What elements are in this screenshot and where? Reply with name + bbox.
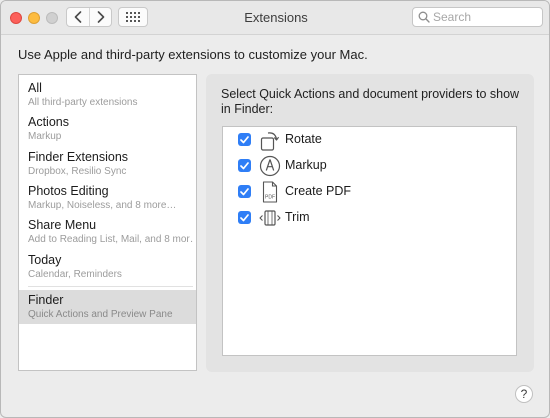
sidebar-item-subtitle: Markup [28,131,62,142]
pane-description: Use Apple and third-party extensions to … [18,47,368,62]
sidebar-item-all[interactable]: All All third-party extensions [19,78,196,112]
chevron-left-icon [74,11,82,23]
list-item-label: Markup [285,158,327,172]
list-item-label: Create PDF [285,184,351,198]
finder-extensions-panel: Select Quick Actions and document provid… [206,74,534,372]
search-field[interactable]: Search [412,7,543,27]
sidebar-item-subtitle: Dropbox, Resilio Sync [28,166,127,177]
rotate-icon [260,132,280,151]
checkmark-icon [240,161,249,169]
sidebar-item-title: Today [28,253,62,267]
checkmark-icon [240,213,249,221]
window-title: Extensions [244,10,308,25]
trim-checkbox[interactable] [238,211,251,224]
sidebar-item-title: All [28,81,42,95]
navigation-buttons [66,7,112,27]
pdf-icon-text: PDF [265,195,275,201]
rotate-checkbox[interactable] [238,133,251,146]
trim-icon [259,210,281,226]
search-placeholder: Search [433,10,472,24]
markup-checkbox[interactable] [238,159,251,172]
list-item-rotate: Rotate [223,127,516,153]
grid-icon [126,12,140,22]
close-window-button[interactable] [10,12,22,24]
sidebar-divider [28,286,193,287]
sidebar-item-title: Finder Extensions [28,150,129,164]
show-all-button[interactable] [118,7,148,27]
sidebar-item-photos-editing[interactable]: Photos Editing Markup, Noiseless, and 8 … [19,181,196,215]
forward-button[interactable] [90,8,112,26]
zoom-window-button[interactable] [46,12,58,24]
list-item-markup: Markup [223,153,516,179]
chevron-right-icon [97,11,105,23]
checkmark-icon [240,135,249,143]
sidebar-item-title: Share Menu [28,218,97,232]
help-button[interactable]: ? [515,385,533,403]
sidebar-item-actions[interactable]: Actions Markup [19,112,196,146]
sidebar-item-today[interactable]: Today Calendar, Reminders [19,250,196,284]
panel-title: Select Quick Actions and document provid… [221,87,520,116]
minimize-window-button[interactable] [28,12,40,24]
sidebar-item-title: Photos Editing [28,184,109,198]
title-bar: Extensions Search [1,1,549,35]
preferences-window: Extensions Search Use Apple and third-pa… [0,0,550,418]
sidebar-item-subtitle: All third-party extensions [28,97,138,108]
quick-actions-list: Rotate Markup PDF Create PDF Trim [222,126,517,356]
create-pdf-checkbox[interactable] [238,185,251,198]
extensions-sidebar: All All third-party extensions Actions M… [18,74,197,371]
sidebar-item-subtitle: Calendar, Reminders [28,269,122,280]
sidebar-item-subtitle: Add to Reading List, Mail, and 8 mor… [28,234,193,245]
sidebar-item-title: Actions [28,115,69,129]
sidebar-item-subtitle: Markup, Noiseless, and 8 more… [28,200,177,211]
back-button[interactable] [67,8,90,26]
list-item-create-pdf: PDF Create PDF [223,179,516,205]
pdf-icon: PDF [262,181,278,203]
checkmark-icon [240,187,249,195]
sidebar-item-finder[interactable]: Finder Quick Actions and Preview Pane [19,290,196,324]
list-item-label: Trim [285,210,310,224]
sidebar-item-title: Finder [28,293,64,307]
sidebar-item-share-menu[interactable]: Share Menu Add to Reading List, Mail, an… [19,215,196,249]
sidebar-item-finder-extensions[interactable]: Finder Extensions Dropbox, Resilio Sync [19,147,196,181]
sidebar-item-subtitle: Quick Actions and Preview Pane [28,309,173,320]
list-item-label: Rotate [285,132,322,146]
search-icon [418,11,430,23]
list-item-trim: Trim [223,205,516,231]
markup-icon [259,155,281,177]
